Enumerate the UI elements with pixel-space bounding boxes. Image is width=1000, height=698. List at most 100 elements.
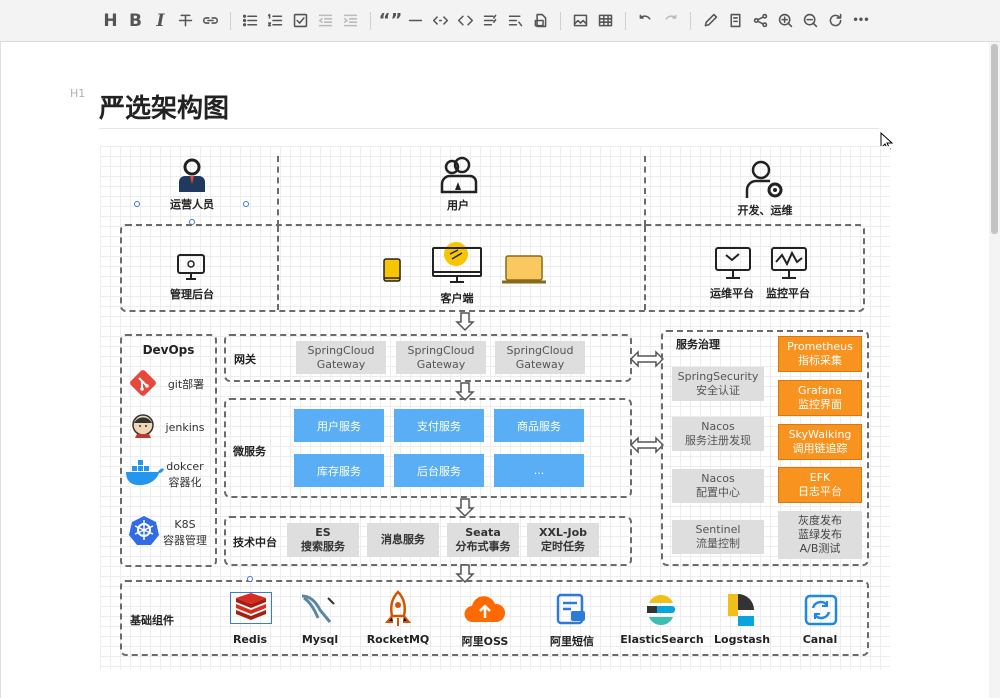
observability-node[interactable]: EFK 日志平台: [778, 467, 862, 503]
admin-monitor-icon: [177, 254, 205, 280]
selection-handle[interactable]: [243, 201, 249, 207]
observability-node[interactable]: SkyWalking 调用链追踪: [778, 424, 862, 460]
numbered-list-icon: [267, 13, 283, 27]
zoom-out-button[interactable]: [798, 9, 823, 33]
tech-node[interactable]: 消息服务: [367, 523, 439, 557]
quote-button[interactable]: “”: [378, 9, 403, 33]
numbered-list-button[interactable]: [263, 9, 288, 33]
share-icon: [753, 13, 768, 28]
tech-node-line2: 搜索服务: [301, 540, 345, 553]
microservice-node[interactable]: ...: [494, 454, 584, 487]
governance-node[interactable]: Sentinel 流量控制: [672, 520, 764, 554]
monitor-platform-label: 监控平台: [766, 287, 810, 300]
tech-node[interactable]: Seata 分布式事务: [447, 523, 519, 557]
aliyun-sms-label: 阿里短信: [550, 635, 594, 648]
microservice-node[interactable]: 商品服务: [494, 409, 584, 442]
selection-handle[interactable]: [134, 201, 140, 207]
observability-node[interactable]: Grafana 监控界面: [778, 380, 862, 416]
elasticsearch-label: ElasticSearch: [620, 633, 704, 646]
governance-node[interactable]: Nacos 服务注册发现: [672, 417, 764, 451]
gateway-node[interactable]: SpringCloud Gateway: [495, 341, 585, 374]
image-button[interactable]: [568, 9, 593, 33]
pencil-icon: [704, 13, 718, 27]
selection-handle[interactable]: [247, 576, 253, 582]
refresh-button[interactable]: [823, 9, 848, 33]
architecture-diagram[interactable]: 运营人员 用户 开发、运维 管理后台 客户端 运维平台 监控平台 DevOps …: [100, 146, 890, 670]
desktop-computer-icon: [432, 242, 482, 283]
governance-node-line1: SpringSecurity: [677, 370, 759, 383]
horizontal-rule-icon: [408, 19, 423, 22]
ops-platform-icon: [715, 247, 751, 279]
redo-icon: [665, 14, 677, 20]
bold-button[interactable]: B: [123, 9, 148, 33]
indent-button[interactable]: [338, 9, 363, 33]
toolbar-divider: [370, 11, 371, 30]
export-button[interactable]: [528, 9, 553, 33]
bidirectional-arrow: [630, 436, 664, 454]
strikethrough-button[interactable]: [173, 9, 198, 33]
elasticsearch-icon: [647, 595, 675, 625]
tech-node-line1: ES: [315, 526, 331, 539]
release-line1: 灰度发布: [798, 514, 842, 527]
zoom-in-icon: [778, 13, 793, 28]
observability-node-line2: 调用链追踪: [792, 442, 848, 455]
microservice-node[interactable]: 后台服务: [394, 454, 484, 487]
code-block-button[interactable]: [453, 9, 478, 33]
zoom-out-icon: [803, 13, 818, 28]
page-title[interactable]: 严选架构图: [99, 88, 229, 125]
aliyun-oss-label: 阿里OSS: [461, 635, 509, 648]
bidirectional-arrow: [630, 350, 664, 368]
task-list-button[interactable]: [288, 9, 313, 33]
governance-node[interactable]: Nacos 配置中心: [672, 469, 764, 503]
undo-button[interactable]: [633, 9, 658, 33]
outdent-button[interactable]: [313, 9, 338, 33]
microservice-node[interactable]: 库存服务: [294, 454, 384, 487]
observability-node-line1: SkyWalking: [788, 428, 852, 441]
inline-code-button[interactable]: [428, 9, 453, 33]
share-button[interactable]: [748, 9, 773, 33]
tech-node[interactable]: ES 搜索服务: [287, 523, 359, 557]
governance-node-line2: 流量控制: [696, 537, 740, 550]
devops-git-label: git部署: [167, 378, 205, 391]
tech-node[interactable]: XXL-Job 定时任务: [527, 523, 599, 557]
microservice-node[interactable]: 支付服务: [394, 409, 484, 442]
governance-node[interactable]: SpringSecurity 安全认证: [672, 367, 764, 401]
indent-icon: [343, 14, 358, 27]
notes-button[interactable]: [723, 9, 748, 33]
mysql-icon: [301, 594, 335, 623]
aliyun-sms-icon: [556, 593, 585, 625]
microservice-node[interactable]: 用户服务: [294, 409, 384, 442]
redo-button[interactable]: [658, 9, 683, 33]
release-strategy-node[interactable]: 灰度发布 蓝绿发布 A/B测试: [778, 511, 862, 559]
inline-code-icon: [432, 16, 449, 25]
horizontal-rule-button[interactable]: [403, 9, 428, 33]
italic-button[interactable]: I: [148, 9, 173, 33]
notes-icon: [730, 13, 741, 28]
bulleted-list-button[interactable]: [238, 9, 263, 33]
governance-node-line1: Nacos: [701, 472, 735, 485]
tech-node-line1: XXL-Job: [538, 526, 588, 539]
devops-title: DevOps: [142, 343, 195, 357]
canal-label: Canal: [802, 633, 838, 646]
more-button[interactable]: •••: [848, 9, 873, 33]
scrollbar[interactable]: [989, 42, 1000, 698]
heading-button[interactable]: H: [98, 9, 123, 33]
observability-node[interactable]: Prometheus 指标采集: [778, 336, 862, 372]
rocketmq-icon: [384, 590, 412, 626]
kubernetes-icon: [129, 516, 159, 545]
edit-button[interactable]: [698, 9, 723, 33]
table-button[interactable]: [593, 9, 618, 33]
gateway-label: 网关: [234, 353, 256, 366]
table-of-contents-button[interactable]: [478, 9, 503, 33]
gateway-node[interactable]: SpringCloud Gateway: [396, 341, 486, 374]
scrollbar-thumb[interactable]: [991, 44, 998, 234]
outline-button[interactable]: [503, 9, 528, 33]
rocketmq-label: RocketMQ: [366, 633, 430, 646]
zoom-in-button[interactable]: [773, 9, 798, 33]
gateway-node[interactable]: SpringCloud Gateway: [296, 341, 386, 374]
link-button[interactable]: [198, 9, 223, 33]
bulleted-list-icon: [242, 14, 258, 27]
more-icon: •••: [852, 15, 869, 26]
toolbar-divider: [560, 11, 561, 30]
selection-box[interactable]: [230, 592, 272, 624]
